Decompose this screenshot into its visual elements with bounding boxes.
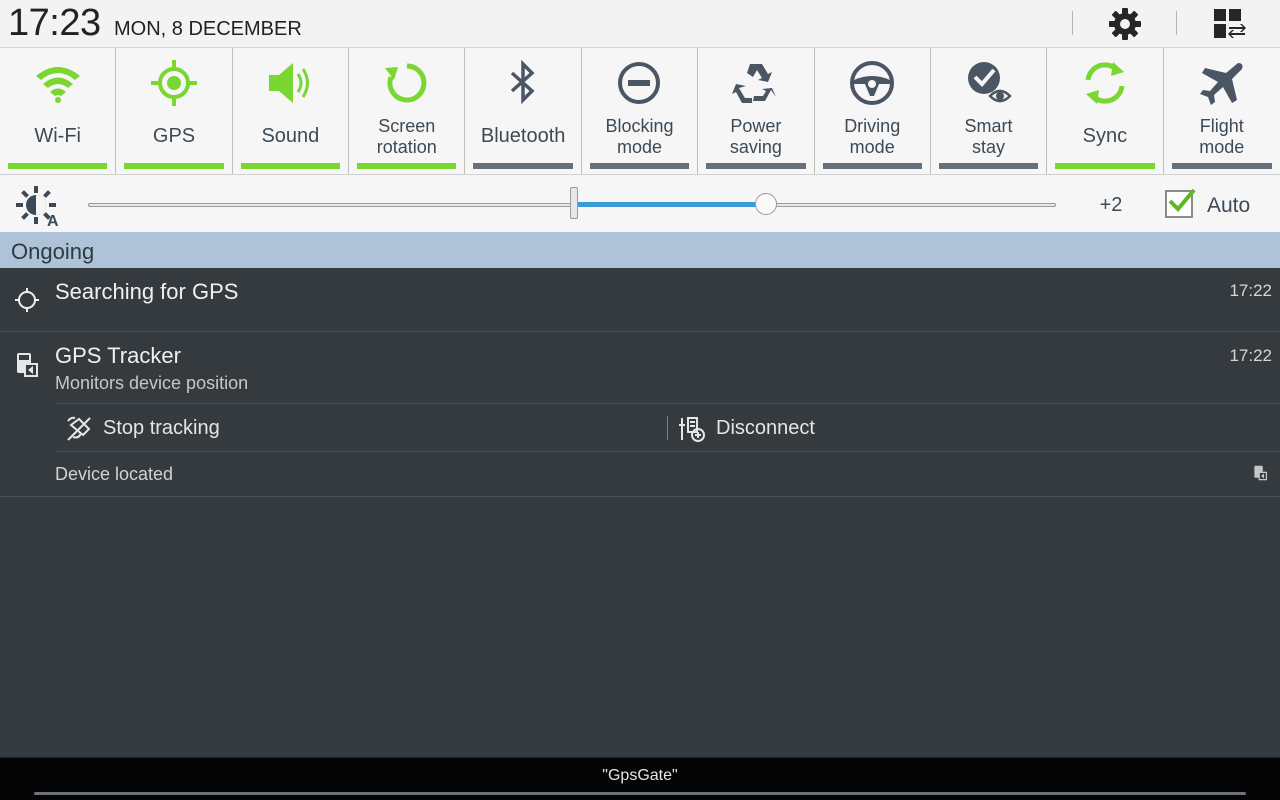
- bluetooth-icon: [510, 59, 535, 105]
- notification-footer: Device located: [55, 464, 174, 484]
- toggle-label: Flight mode: [1199, 116, 1245, 157]
- divider: [1072, 11, 1073, 35]
- toggle-state-bar: [1055, 163, 1155, 169]
- notification-gps-tracker[interactable]: GPS Tracker 17:22 Monitors device positi…: [0, 333, 1280, 497]
- toggle-label: Sound: [261, 125, 320, 147]
- notification-title: Searching for GPS: [55, 279, 239, 304]
- svg-text:A: A: [47, 213, 59, 228]
- steering-wheel-icon: [850, 61, 895, 105]
- gear-icon[interactable]: [1107, 6, 1143, 42]
- status-bar: 17:23 MON, 8 DECEMBER: [0, 0, 1280, 47]
- auto-brightness-checkbox[interactable]: [1165, 188, 1196, 218]
- notification-time: 17:22: [1229, 281, 1272, 300]
- section-title: Ongoing: [11, 239, 95, 264]
- toggle-state-bar: [8, 163, 108, 169]
- toggle-blocking-mode[interactable]: Blocking mode: [581, 48, 699, 174]
- toggle-smart-stay[interactable]: Smart stay: [930, 48, 1048, 174]
- toggle-bluetooth[interactable]: Bluetooth: [465, 48, 582, 174]
- stop-tracking-icon: [67, 416, 91, 441]
- toggle-label: Power saving: [729, 116, 782, 157]
- toggle-sound[interactable]: Sound: [232, 48, 350, 174]
- notification-searching-gps[interactable]: Searching for GPS 17:22: [0, 268, 1280, 332]
- toggle-gps[interactable]: GPS: [116, 48, 233, 174]
- recycle-icon: [731, 64, 776, 103]
- divider: [1176, 11, 1177, 35]
- brightness-slider-fill: [574, 202, 766, 207]
- action-label: Disconnect: [716, 417, 815, 439]
- toggle-state-bar: [124, 163, 224, 169]
- auto-brightness-label: Auto: [1207, 194, 1251, 217]
- toggle-screen-rotation[interactable]: Screen rotation: [349, 48, 466, 174]
- rotation-icon: [384, 63, 427, 103]
- brightness-default-marker: [570, 187, 578, 219]
- toggle-state-bar: [938, 163, 1039, 169]
- notification-title: GPS Tracker: [55, 343, 181, 368]
- toggle-state-bar: [589, 163, 690, 169]
- toggle-label: GPS: [152, 125, 196, 147]
- date: MON, 8 DECEMBER: [114, 18, 302, 40]
- toggle-label: Bluetooth: [480, 125, 566, 147]
- toggle-sync[interactable]: Sync: [1047, 48, 1164, 174]
- toggle-label: Smart stay: [964, 116, 1013, 157]
- action-label: Stop tracking: [103, 417, 220, 439]
- section-header: Ongoing: [0, 232, 1280, 268]
- toggle-flight-mode[interactable]: Flight mode: [1163, 48, 1280, 174]
- notification-actions: Stop tracking Disconnect: [55, 403, 1280, 452]
- wifi-icon: [35, 67, 80, 103]
- quick-settings-panel: Wi-Fi GPS Sound Screen rotation Bluetoot…: [0, 47, 1280, 174]
- toggle-label: Blocking mode: [605, 116, 674, 157]
- empty-area: [0, 497, 1280, 757]
- crosshair-icon: [15, 288, 39, 312]
- panel-drag-handle[interactable]: [34, 792, 1246, 795]
- disconnect-icon: [679, 417, 705, 442]
- clock: 17:23: [8, 2, 101, 44]
- toggle-label: Screen rotation: [376, 116, 437, 157]
- toggle-state-bar: [706, 163, 806, 169]
- divider: [667, 416, 668, 440]
- toggle-state-bar: [357, 163, 457, 169]
- toggle-label: Driving mode: [844, 116, 901, 157]
- carrier-label: "GpsGate": [602, 767, 678, 784]
- smart-stay-icon: [967, 62, 1012, 103]
- disconnect-button[interactable]: Disconnect: [669, 404, 1280, 452]
- toggle-state-bar: [822, 163, 922, 169]
- carrier-bar: "GpsGate": [0, 757, 1280, 800]
- toggle-state-bar: [1171, 163, 1272, 169]
- toggle-driving-mode[interactable]: Driving mode: [814, 48, 931, 174]
- toggle-state-bar: [240, 163, 341, 169]
- sound-icon: [269, 63, 310, 103]
- stop-tracking-button[interactable]: Stop tracking: [55, 404, 665, 452]
- toggle-label: Wi-Fi: [34, 125, 81, 147]
- toggle-power-saving[interactable]: Power saving: [698, 48, 815, 174]
- toggle-edit-icon[interactable]: [1211, 6, 1247, 42]
- check-icon: [1168, 188, 1196, 212]
- toggle-wifi[interactable]: Wi-Fi: [0, 48, 117, 174]
- toggle-label: Sync: [1082, 125, 1128, 147]
- airplane-icon: [1199, 63, 1243, 105]
- brightness-slider-thumb[interactable]: [755, 193, 777, 215]
- brightness-row: A +2 Auto: [0, 174, 1280, 232]
- gps-icon: [151, 60, 198, 106]
- toggle-state-bar: [473, 163, 573, 169]
- auto-brightness-icon: A: [16, 186, 59, 228]
- sync-icon: [1085, 62, 1125, 104]
- notification-time: 17:22: [1229, 346, 1272, 365]
- gps-tracker-small-icon: [1254, 465, 1267, 481]
- brightness-value: +2: [1099, 194, 1123, 216]
- notification-subtitle: Monitors device position: [55, 373, 249, 393]
- gps-tracker-icon: [17, 353, 38, 377]
- blocking-icon: [618, 62, 661, 104]
